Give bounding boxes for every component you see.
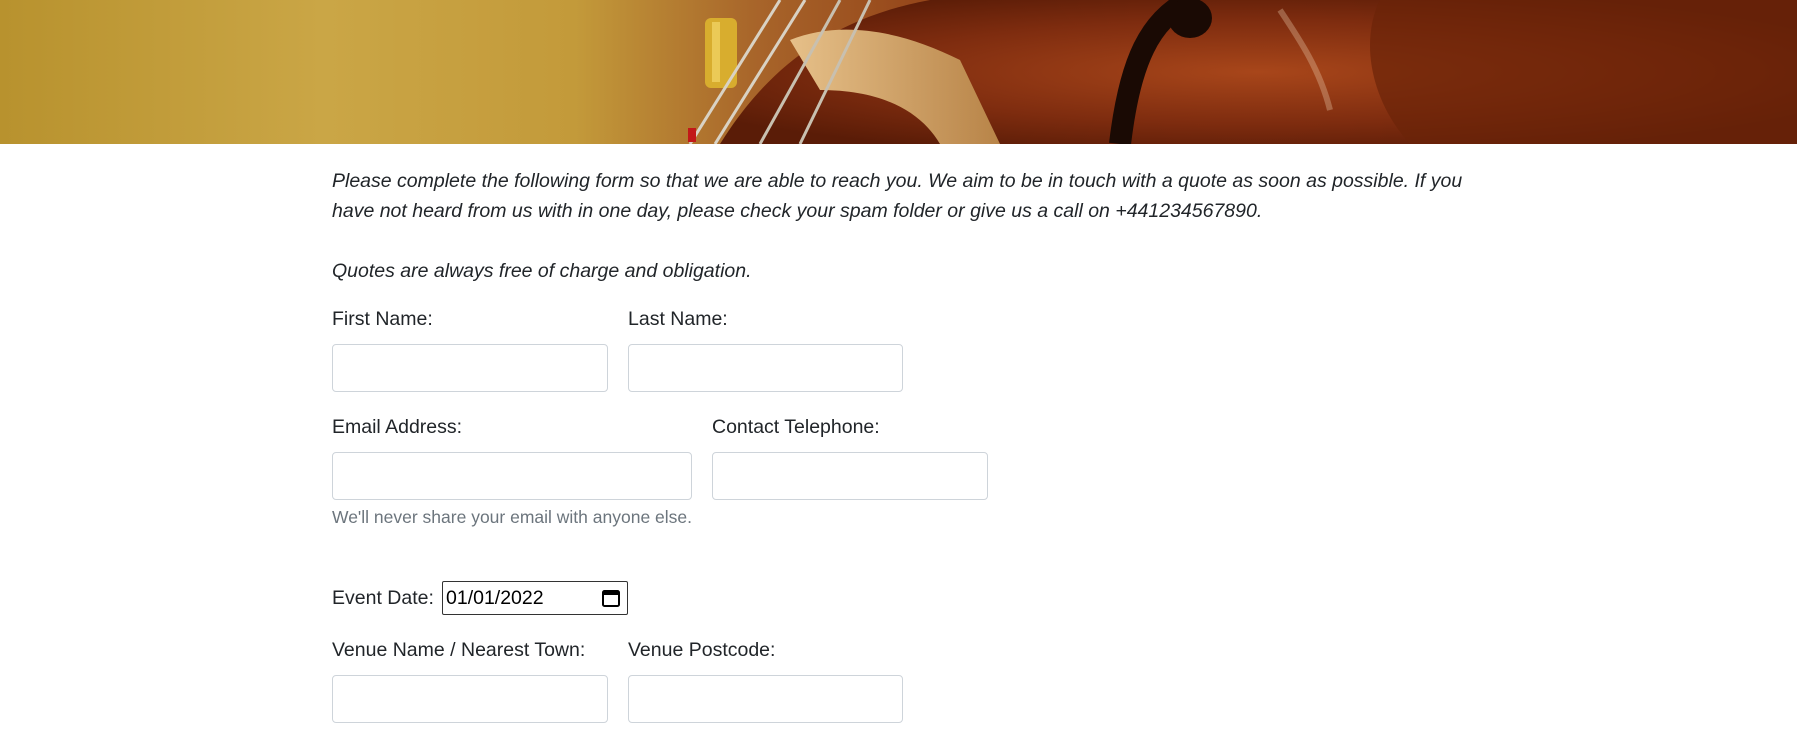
last-name-label: Last Name:: [628, 308, 728, 330]
first-name-label: First Name:: [332, 308, 433, 330]
cello-photo-icon: [688, 0, 1797, 144]
postcode-field[interactable]: [628, 675, 903, 723]
event-date-input[interactable]: 01/01/2022: [442, 581, 628, 615]
email-field[interactable]: [332, 452, 692, 500]
phone-label: Contact Telephone:: [712, 416, 880, 438]
last-name-field[interactable]: [628, 344, 903, 392]
first-name-field[interactable]: [332, 344, 608, 392]
intro-paragraph: Please complete the following form so th…: [332, 170, 1463, 222]
calendar-icon[interactable]: [601, 588, 621, 608]
venue-field[interactable]: [332, 675, 608, 723]
hero-banner: [0, 0, 1797, 144]
event-date-value: 01/01/2022: [446, 587, 544, 609]
phone-field[interactable]: [712, 452, 988, 500]
venue-label: Venue Name / Nearest Town:: [332, 639, 586, 661]
event-date-label: Event Date:: [332, 587, 434, 609]
email-label: Email Address:: [332, 416, 463, 438]
postcode-label: Venue Postcode:: [628, 639, 776, 661]
free-quote-note: Quotes are always free of charge and obl…: [332, 260, 752, 282]
email-help-text: We'll never share your email with anyone…: [332, 507, 692, 527]
